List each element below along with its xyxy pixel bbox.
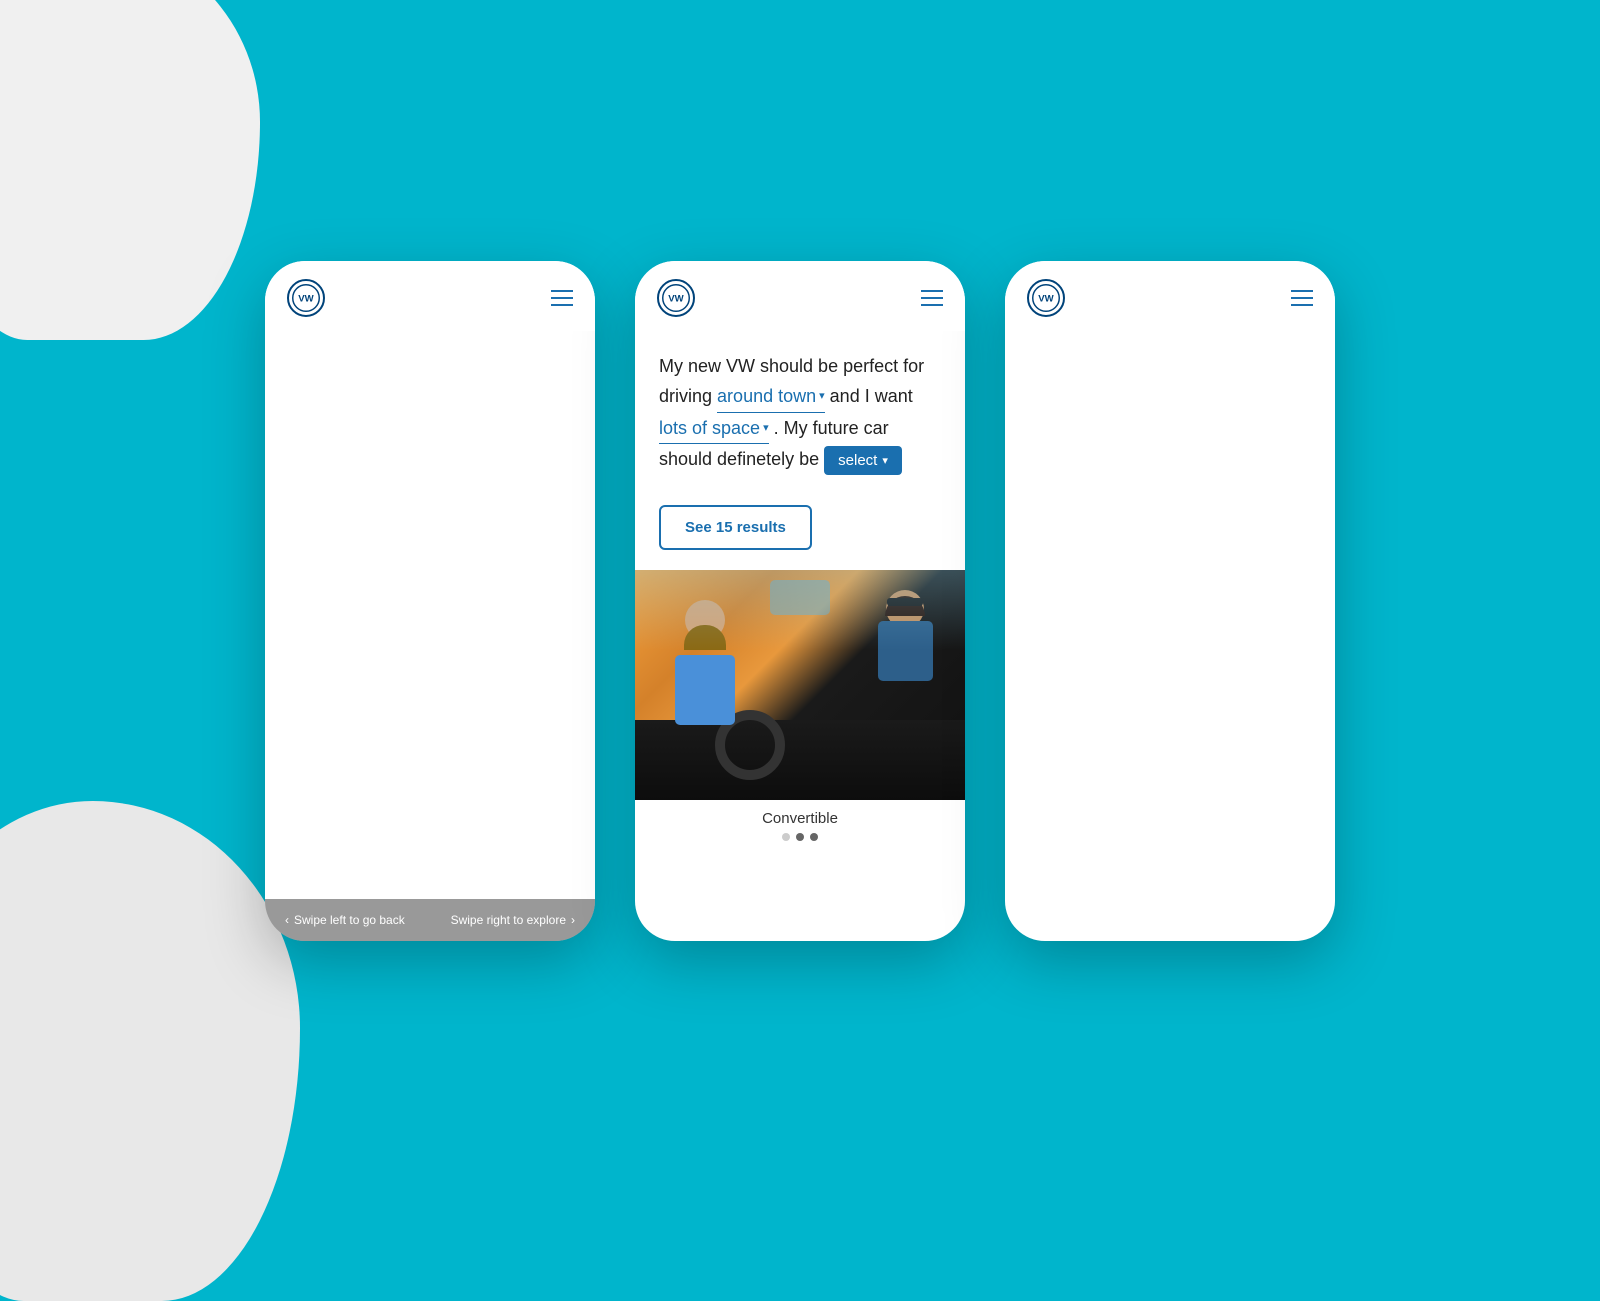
svg-text:VW: VW (1038, 293, 1054, 304)
hamburger-line-3 (921, 304, 943, 306)
car-card-label: Convertible (762, 800, 838, 833)
chevron-down-icon: ▾ (819, 387, 825, 406)
hamburger-line-3 (551, 304, 573, 306)
select-button-label: select (838, 452, 877, 469)
phone-configurator: VW My new VW should be perfect for drivi… (635, 261, 965, 941)
dot-3 (810, 833, 818, 841)
vw-logo-svg-phone3: VW (1032, 284, 1060, 312)
bg-decorative-shape-light (0, 0, 260, 340)
chevron-down-icon-space: ▾ (763, 419, 769, 438)
chevron-right-icon: › (571, 913, 575, 927)
swipe-right-text: Swipe right to explore (451, 913, 566, 927)
dashboard-bg (635, 720, 965, 800)
hamburger-line-1 (1291, 290, 1313, 292)
vw-logo-svg-phone2: VW (662, 284, 690, 312)
vw-logo-phone2: VW (657, 279, 695, 317)
hamburger-line-3 (1291, 304, 1313, 306)
menu-button-phone3[interactable] (1291, 290, 1313, 306)
phones-container: VW (265, 261, 1335, 941)
vw-logo-phone3: VW (1027, 279, 1065, 317)
car-card-section: Convertible (635, 570, 965, 851)
hamburger-line-2 (551, 297, 573, 299)
svg-text:VW: VW (668, 293, 684, 304)
vw-logo-svg-phone1: VW (292, 284, 320, 312)
driving-style-dropdown[interactable]: around town ▾ (717, 381, 825, 413)
svg-text:VW: VW (298, 293, 314, 304)
see-results-label: See 15 results (685, 519, 786, 536)
hamburger-line-1 (551, 290, 573, 292)
dots-indicator (782, 833, 818, 851)
driving-style-value: around town (717, 381, 816, 412)
chevron-left-icon: ‹ (285, 913, 289, 927)
polo-swipe-bar: ‹ Swipe left to go back Swipe right to e… (265, 899, 595, 941)
see-results-button[interactable]: See 15 results (659, 505, 812, 550)
swipe-left-text: Swipe left to go back (294, 913, 405, 927)
space-dropdown[interactable]: lots of space ▾ (659, 413, 769, 445)
phone-electric-header: VW (1005, 261, 1335, 331)
swipe-right-label: Swipe right to explore › (451, 913, 575, 927)
hamburger-line-2 (1291, 297, 1313, 299)
menu-button-phone2[interactable] (921, 290, 943, 306)
menu-button-phone1[interactable] (551, 290, 573, 306)
config-text-part2: and I want (830, 386, 913, 406)
phone-electric: VW (1005, 261, 1335, 941)
convertible-image (635, 570, 965, 800)
phone-polo: VW (265, 261, 595, 941)
configurator-body: My new VW should be perfect for driving … (635, 331, 965, 852)
vw-logo-phone1: VW (287, 279, 325, 317)
chevron-down-icon-select: ▾ (882, 454, 888, 467)
dot-2 (796, 833, 804, 841)
phone-polo-header: VW (265, 261, 595, 331)
hamburger-line-2 (921, 297, 943, 299)
configurator-text-block: My new VW should be perfect for driving … (635, 331, 965, 496)
select-button[interactable]: select ▾ (824, 446, 902, 475)
hamburger-line-1 (921, 290, 943, 292)
space-value: lots of space (659, 413, 760, 444)
rearview-mirror (770, 580, 830, 615)
dot-1 (782, 833, 790, 841)
bg-decorative-shape-dark (0, 801, 300, 1301)
phone-configurator-header: VW (635, 261, 965, 331)
swipe-left-label: ‹ Swipe left to go back (285, 913, 405, 927)
